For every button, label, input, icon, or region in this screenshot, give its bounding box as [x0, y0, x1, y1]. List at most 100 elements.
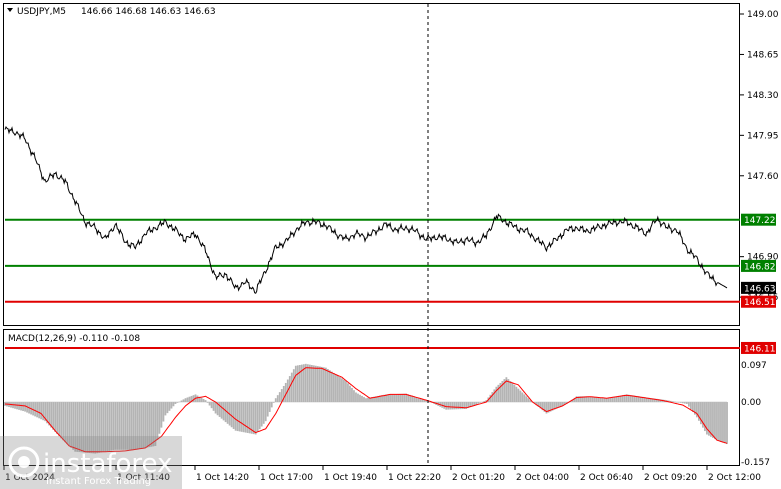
macd-bar: [397, 393, 399, 403]
macd-bar: [210, 402, 213, 409]
macd-bar: [675, 402, 678, 403]
time-tick-label: 2 Oct 09:20: [644, 473, 697, 483]
macd-bar: [314, 365, 317, 403]
macd-bar: [322, 367, 325, 403]
chart-symbol: USDJPY,M5: [17, 7, 66, 17]
macd-bar: [318, 366, 321, 403]
macd-bar: [525, 396, 528, 403]
macd-bar: [24, 402, 26, 412]
macd-bar: [274, 398, 277, 403]
macd-bar: [16, 402, 18, 410]
macd-bar: [401, 393, 403, 403]
macd-bar: [220, 402, 223, 419]
macd-bar: [479, 402, 482, 403]
macd-bar: [345, 381, 347, 403]
macd-bar: [182, 399, 185, 403]
macd-bar: [56, 402, 59, 435]
price-tick-label: 147.95: [747, 131, 779, 141]
macd-bar: [204, 400, 207, 403]
macd-bar: [38, 402, 40, 419]
macd-bar: [224, 402, 227, 423]
macd-bar: [710, 402, 712, 437]
macd-bar: [599, 397, 602, 403]
macd-bar: [218, 402, 221, 417]
macd-bar: [58, 402, 61, 437]
time-tick-label: 1 Oct 22:20: [388, 473, 441, 483]
macd-bar: [403, 393, 406, 403]
macd-bar: [212, 402, 215, 411]
macd-bar: [337, 375, 339, 403]
macd-bar: [673, 401, 676, 403]
watermark-brand: instaforex: [43, 449, 172, 479]
macd-tick-label: -0.157: [741, 458, 770, 468]
macd-bar: [521, 392, 524, 403]
macd-bar: [351, 387, 353, 403]
macd-bar: [451, 402, 454, 410]
price-tick-label: 148.30: [747, 91, 779, 101]
macd-bar: [292, 369, 295, 403]
macd-bar: [266, 402, 269, 417]
macd-bar: [232, 402, 235, 429]
macd-bar: [160, 402, 163, 428]
macd-bar: [308, 364, 311, 403]
macd-bar: [162, 402, 165, 422]
macd-bar: [333, 373, 335, 403]
macd-bar: [445, 402, 448, 410]
macd-bar: [329, 370, 331, 403]
macd-bar: [459, 402, 462, 410]
macd-bar: [712, 402, 714, 438]
macd-bar: [304, 363, 307, 403]
macd-bar: [515, 386, 518, 403]
macd-bar: [196, 395, 199, 403]
current-price-label: 146.63: [744, 284, 776, 294]
macd-bar: [601, 397, 604, 403]
macd-bar: [202, 398, 205, 403]
macd-bar: [326, 369, 329, 403]
macd-bar: [726, 402, 728, 445]
macd-bar: [258, 402, 261, 430]
macd-bar: [22, 402, 24, 412]
macd-bar: [234, 402, 237, 431]
price-chart-svg[interactable]: 149.00148.65148.30147.95147.60146.90146.…: [0, 0, 781, 489]
macd-bar: [320, 366, 323, 403]
macd-bar: [387, 394, 389, 403]
macd-bar: [455, 402, 458, 410]
macd-bar: [481, 401, 484, 403]
macd-bar: [36, 402, 38, 418]
time-tick-label: 2 Oct 12:00: [708, 473, 761, 483]
macd-bar: [389, 394, 391, 403]
macd-bar: [399, 393, 401, 403]
macd-bar: [170, 402, 173, 409]
time-tick-label: 2 Oct 06:40: [580, 473, 633, 483]
macd-bar: [475, 402, 478, 405]
macd-bar: [264, 402, 267, 422]
price-panel-frame: [3, 3, 740, 326]
macd-bar: [272, 402, 275, 403]
macd-bar: [519, 390, 522, 403]
macd-bar: [477, 402, 480, 404]
macd-bar: [683, 402, 686, 404]
macd-bar: [457, 402, 460, 410]
macd-bar: [252, 402, 255, 435]
macd-bar: [52, 402, 55, 430]
macd-bar: [262, 402, 265, 424]
macd-bar: [714, 402, 716, 440]
macd-bar: [316, 366, 319, 403]
macd-bar: [310, 365, 313, 403]
macd-bar: [527, 398, 530, 403]
macd-bar: [339, 377, 341, 403]
macd-bar: [507, 379, 510, 403]
macd-bar: [367, 397, 369, 403]
macd-bar: [62, 402, 65, 441]
macd-bar: [359, 394, 361, 403]
macd-bar: [681, 402, 684, 404]
macd-bar: [491, 392, 494, 403]
macd-bar: [495, 386, 498, 403]
macd-bar: [200, 397, 203, 403]
macd-bar: [222, 402, 225, 421]
macd-bar: [164, 402, 167, 416]
macd-bar: [391, 394, 393, 403]
macd-bar: [716, 402, 718, 441]
price-tick-label: 148.65: [747, 50, 779, 60]
macd-bar: [335, 374, 337, 403]
